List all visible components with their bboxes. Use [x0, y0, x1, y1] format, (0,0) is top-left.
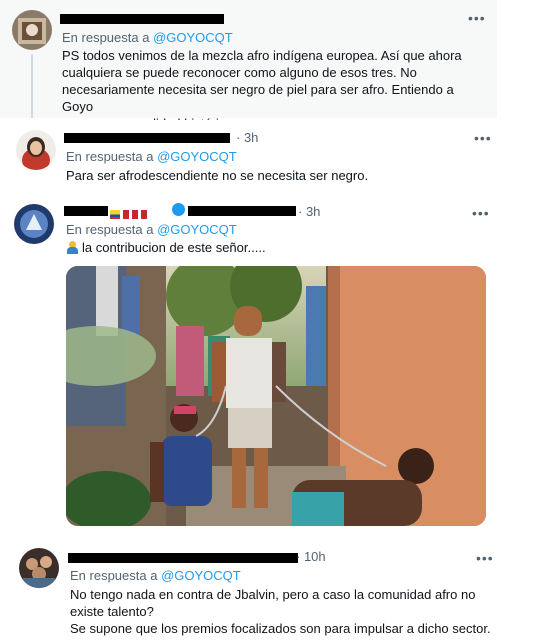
person-shrugging-emoji — [66, 241, 78, 254]
tweet-time[interactable]: · 3h — [298, 204, 320, 219]
tweet-text: No tengo nada en contra de Jbalvin, pero… — [70, 586, 500, 637]
more-options-icon[interactable]: ••• — [468, 11, 486, 25]
redacted-username — [60, 14, 224, 24]
redacted-username — [64, 206, 108, 216]
redacted-handle — [188, 206, 296, 216]
more-options-icon[interactable]: ••• — [474, 131, 492, 145]
tweet-text-line: cualquiera se puede reconocer como algun… — [62, 65, 417, 80]
reply-context: En respuesta a @GOYOCQT — [62, 30, 233, 45]
verified-badge-icon — [172, 203, 185, 216]
reply-context: En respuesta a @GOYOCQT — [70, 568, 241, 583]
user-avatar[interactable] — [16, 130, 56, 170]
more-options-icon[interactable]: ••• — [472, 206, 490, 220]
redacted-username — [64, 133, 230, 143]
tweet-time[interactable]: · 10h — [296, 549, 326, 564]
tweet-text-line: necesariamente necesita ser negro de pie… — [62, 82, 454, 114]
user-avatar[interactable] — [12, 10, 52, 50]
more-options-icon[interactable]: ••• — [476, 551, 494, 565]
flag-emojis — [110, 205, 150, 223]
reply-handle-link[interactable]: @GOYOCQT — [161, 568, 241, 583]
tweet-text: la contribucion de este señor..... — [66, 239, 486, 256]
reply-context: En respuesta a @GOYOCQT — [66, 149, 237, 164]
reply-tweet-2[interactable]: · 3h ••• En respuesta a @GOYOCQT Para se… — [4, 120, 499, 194]
reply-prefix: En respuesta a — [62, 30, 150, 45]
tweet-media-image[interactable] — [66, 266, 486, 526]
reply-tweet-3[interactable]: · 3h ••• En respuesta a @GOYOCQT la cont… — [4, 196, 500, 530]
redacted-username — [68, 553, 298, 563]
tweet-time[interactable]: · 3h — [236, 130, 258, 145]
reply-handle-link[interactable]: @GOYOCQT — [157, 149, 237, 164]
reply-context: En respuesta a @GOYOCQT — [66, 222, 237, 237]
reply-tweet-4[interactable]: · 10h ••• En respuesta a @GOYOCQT No ten… — [8, 540, 505, 641]
reply-handle-link[interactable]: @GOYOCQT — [157, 222, 237, 237]
user-avatar[interactable] — [14, 204, 54, 244]
thread-line — [31, 54, 33, 118]
reply-prefix: En respuesta a — [70, 568, 158, 583]
reply-prefix: En respuesta a — [66, 222, 154, 237]
reply-prefix: En respuesta a — [66, 149, 154, 164]
tweet-text-line: PS todos venimos de la mezcla afro indíg… — [62, 48, 462, 63]
reply-tweet-1[interactable]: ••• En respuesta a @GOYOCQT PS todos ven… — [0, 0, 497, 131]
tweet-text-line: Para ser afrodescendiente no se necesita… — [66, 168, 369, 183]
tweet-text-line: la contribucion de este señor..... — [82, 240, 266, 255]
tweet-text: Para ser afrodescendiente no se necesita… — [66, 167, 486, 184]
tweet-text-line: existe talento? — [70, 604, 154, 619]
user-avatar[interactable] — [19, 548, 59, 588]
tweet-text-line: No tengo nada en contra de Jbalvin, pero… — [70, 587, 476, 602]
tweet-text-line: Se supone que los premios focalizados so… — [70, 621, 491, 636]
reply-handle-link[interactable]: @GOYOCQT — [153, 30, 233, 45]
